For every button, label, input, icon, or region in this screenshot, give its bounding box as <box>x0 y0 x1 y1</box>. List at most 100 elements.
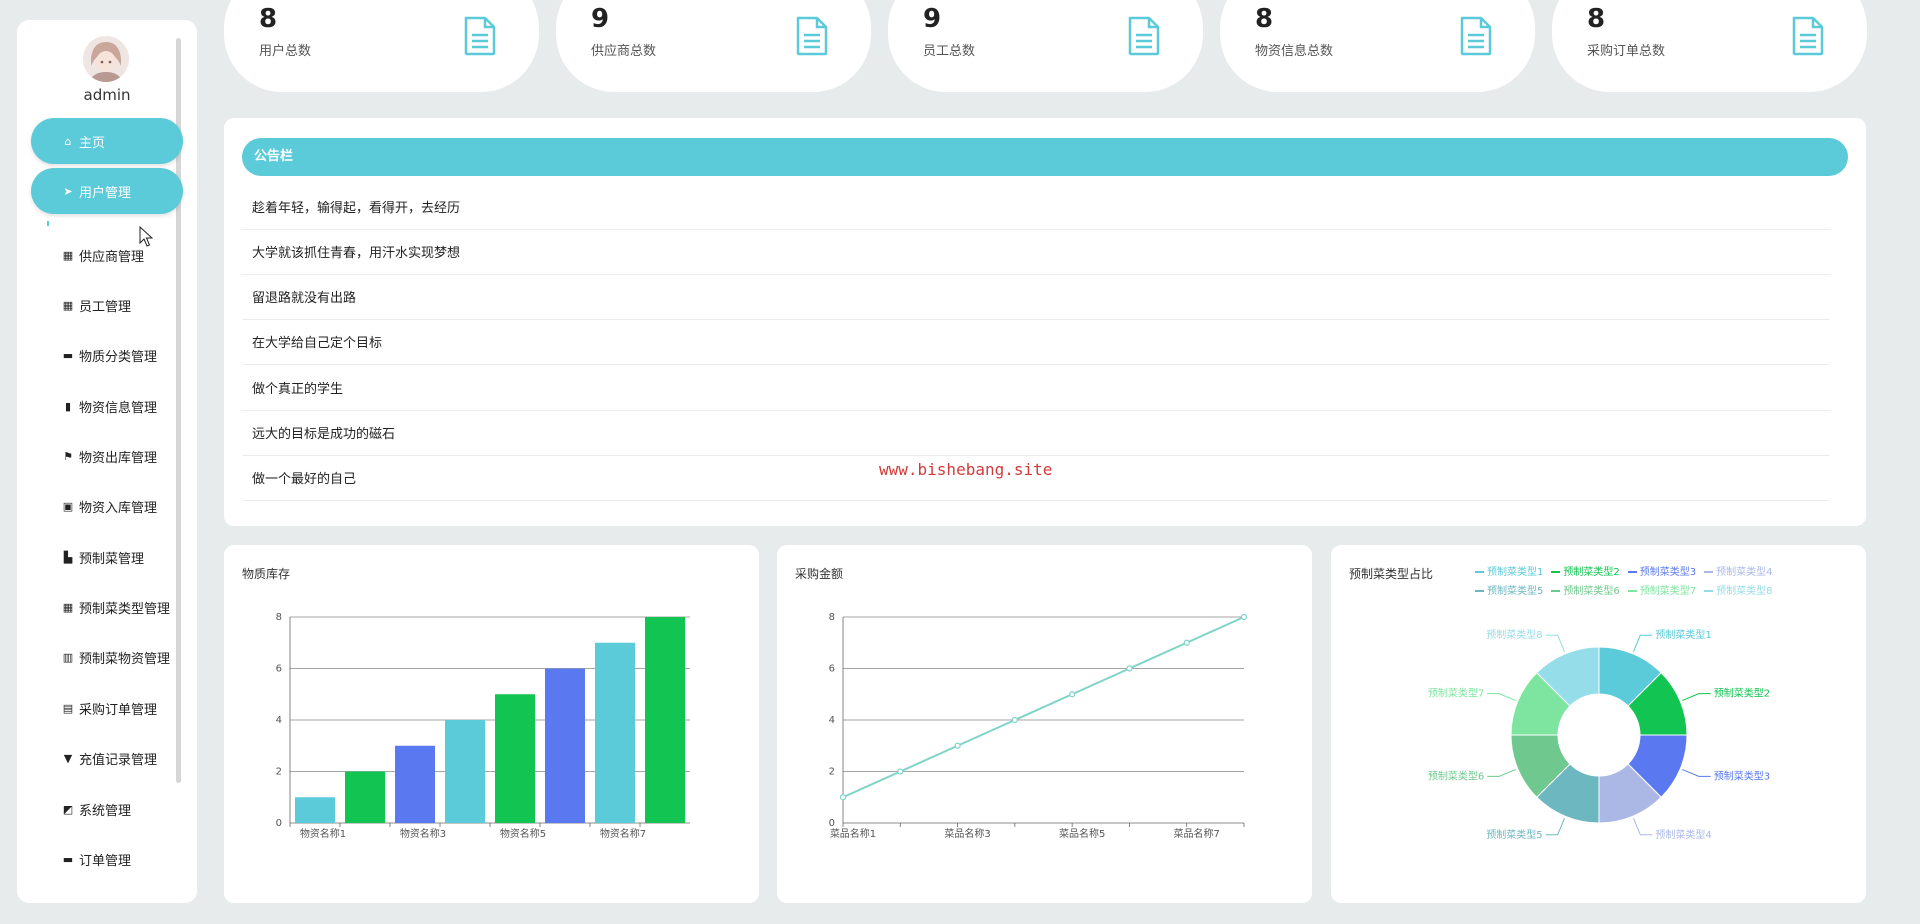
sidebar-item-employees[interactable]: ▦ 员工管理 <box>61 293 131 317</box>
grid-icon: ▦ <box>62 248 74 262</box>
slice-label: 预制菜类型5 <box>1486 828 1542 841</box>
bar <box>545 668 585 823</box>
sidebar-item-label: 用户管理 <box>79 185 132 201</box>
slice-label-line <box>1681 768 1711 777</box>
y-tick-label: 8 <box>829 612 835 623</box>
y-tick-label: 0 <box>276 818 282 829</box>
sidebar-item-label: 订单管理 <box>79 853 132 869</box>
bar <box>395 745 435 823</box>
sidebar-item-label: 物资出库管理 <box>79 450 158 466</box>
x-tick-label: 物资名称5 <box>500 827 546 840</box>
sidebar-item-material-info[interactable]: ▮ 物资信息管理 <box>61 394 157 418</box>
sidebar-item-prepared-dish[interactable]: ▙ 预制菜管理 <box>61 545 144 569</box>
line-chart: 0 2 4 6 8 菜品名称1 菜品名称3 菜品名称5 菜品名称7 <box>829 612 1248 840</box>
data-point <box>1069 691 1076 698</box>
sidebar-item-label: 预制菜类型管理 <box>79 601 171 617</box>
sidebar-item-users[interactable]: ➤ 用户管理 <box>31 168 183 214</box>
sidebar-item-label: 物质分类管理 <box>79 349 158 365</box>
y-tick-label: 6 <box>276 664 282 675</box>
sidebar-item-dish-material[interactable]: ▥ 预制菜物资管理 <box>61 645 170 669</box>
sidebar-item-label: 主页 <box>79 135 106 151</box>
sidebar-item-stock-out[interactable]: ⚑ 物资出库管理 <box>61 444 157 468</box>
stat-card-users: 8 用户总数 <box>224 0 539 92</box>
stat-card-suppliers: 9 供应商总数 <box>556 0 871 92</box>
avatar[interactable] <box>83 36 129 82</box>
notice-item[interactable]: 大学就该抓住青春，用汗水实现梦想 <box>242 235 1830 275</box>
slice-label: 预制菜类型7 <box>1428 687 1484 700</box>
thumbs-up-icon: ▙ <box>63 550 73 564</box>
y-tick-label: 2 <box>276 767 282 778</box>
notice-item[interactable]: 留退路就没有出路 <box>242 280 1830 320</box>
sidebar-item-label: 充值记录管理 <box>79 752 158 768</box>
stat-label: 物资信息总数 <box>1255 44 1334 59</box>
sidebar-item-system[interactable]: ◩ 系统管理 <box>61 797 131 821</box>
x-tick-label: 菜品名称1 <box>830 827 876 840</box>
sidebar-item-label: 预制菜管理 <box>79 551 145 567</box>
sidebar-item-label: 供应商管理 <box>79 249 145 265</box>
stat-label: 供应商总数 <box>591 44 657 59</box>
slice-label-line <box>1487 693 1517 702</box>
y-tick-label: 4 <box>276 715 282 726</box>
notice-board-title: 公告栏 <box>242 138 1848 176</box>
stat-value: 8 <box>1255 4 1274 34</box>
bar-chart-icon: ▮ <box>64 399 72 413</box>
data-point <box>1011 716 1018 724</box>
sidebar-item-home[interactable]: ⌂ 主页 <box>31 118 183 164</box>
notice-item[interactable]: 趁着年轻，输得起，看得开，去经历 <box>242 190 1830 230</box>
stat-card-materials: 8 物资信息总数 <box>1220 0 1535 92</box>
slice-label-line <box>1487 768 1517 777</box>
monitor-icon: ▬ <box>62 348 74 362</box>
sidebar-item-label: 物资信息管理 <box>79 400 158 416</box>
notice-item[interactable]: 在大学给自己定个目标 <box>242 325 1830 365</box>
y-tick-label: 4 <box>829 715 835 726</box>
stat-value: 9 <box>923 4 942 34</box>
slice-label: 预制菜类型1 <box>1655 628 1711 641</box>
series-line <box>842 616 1245 799</box>
sidebar-item-suppliers[interactable]: ▦ 供应商管理 <box>61 243 144 267</box>
data-point <box>1126 665 1133 672</box>
area-chart-icon: ◩ <box>62 802 74 816</box>
flag-icon: ⚑ <box>63 449 73 463</box>
notice-item[interactable]: 做个真正的学生 <box>242 371 1830 411</box>
stat-card-purchase-orders: 8 采购订单总数 <box>1552 0 1867 92</box>
x-tick-label: 菜品名称5 <box>1059 827 1105 840</box>
slice-label-line <box>1632 634 1653 653</box>
sidebar-item-recharge[interactable]: ▼ 充值记录管理 <box>61 746 157 770</box>
notice-item[interactable]: 远大的目标是成功的磁石 <box>242 416 1830 456</box>
stat-value: 9 <box>591 4 610 34</box>
cursor-icon <box>139 226 153 247</box>
clipboard-icon: ▣ <box>62 499 74 513</box>
document-icon <box>796 16 828 56</box>
home-icon: ⌂ <box>64 134 72 148</box>
slice-label: 预制菜类型8 <box>1486 628 1542 641</box>
document-icon <box>1460 16 1492 56</box>
bar <box>445 720 485 823</box>
document-icon <box>1128 16 1160 56</box>
y-tick-label: 6 <box>829 664 835 675</box>
sidebar-item-stock-in[interactable]: ▣ 物资入库管理 <box>61 494 157 518</box>
sidebar: admin ⌂ 主页 ➤ 用户管理 ▦ 供应商管理 ▦ 员工管理 ▬ 物质分类管… <box>17 20 197 903</box>
sidebar-item-material-category[interactable]: ▬ 物质分类管理 <box>61 343 157 367</box>
bar <box>345 771 385 823</box>
slice-label: 预制菜类型2 <box>1714 687 1770 700</box>
send-icon: ➤ <box>63 184 73 198</box>
sidebar-item-label: 员工管理 <box>79 299 132 315</box>
chart-panel-stock: 物质库存 0 2 4 6 8 物资名称1 物资名称3 物资名称5 物资名称7 <box>224 545 759 903</box>
sidebar-item-dish-type[interactable]: ▦ 预制菜类型管理 <box>61 595 170 619</box>
bar <box>595 642 635 823</box>
y-tick-label: 2 <box>829 767 835 778</box>
pie-chart: 预制菜类型1 预制菜类型2 预制菜类型3 预制菜类型4 预制菜类型5 预制菜类型6 预制菜类… <box>1428 628 1770 841</box>
y-tick-label: 0 <box>829 818 835 829</box>
stat-value: 8 <box>259 4 278 34</box>
x-tick-label: 菜品名称3 <box>944 827 990 840</box>
stat-label: 员工总数 <box>923 44 976 59</box>
data-point <box>1183 639 1190 646</box>
bar <box>295 797 335 823</box>
sidebar-item-purchase-orders[interactable]: ▤ 采购订单管理 <box>61 696 157 720</box>
slice-label: 预制菜类型4 <box>1655 828 1711 841</box>
list-icon: ▤ <box>62 701 74 715</box>
sidebar-item-label: 采购订单管理 <box>79 702 158 718</box>
x-tick-label: 菜品名称7 <box>1174 827 1220 840</box>
sidebar-item-orders[interactable]: ▬ 订单管理 <box>61 847 131 871</box>
stat-value: 8 <box>1587 4 1606 34</box>
